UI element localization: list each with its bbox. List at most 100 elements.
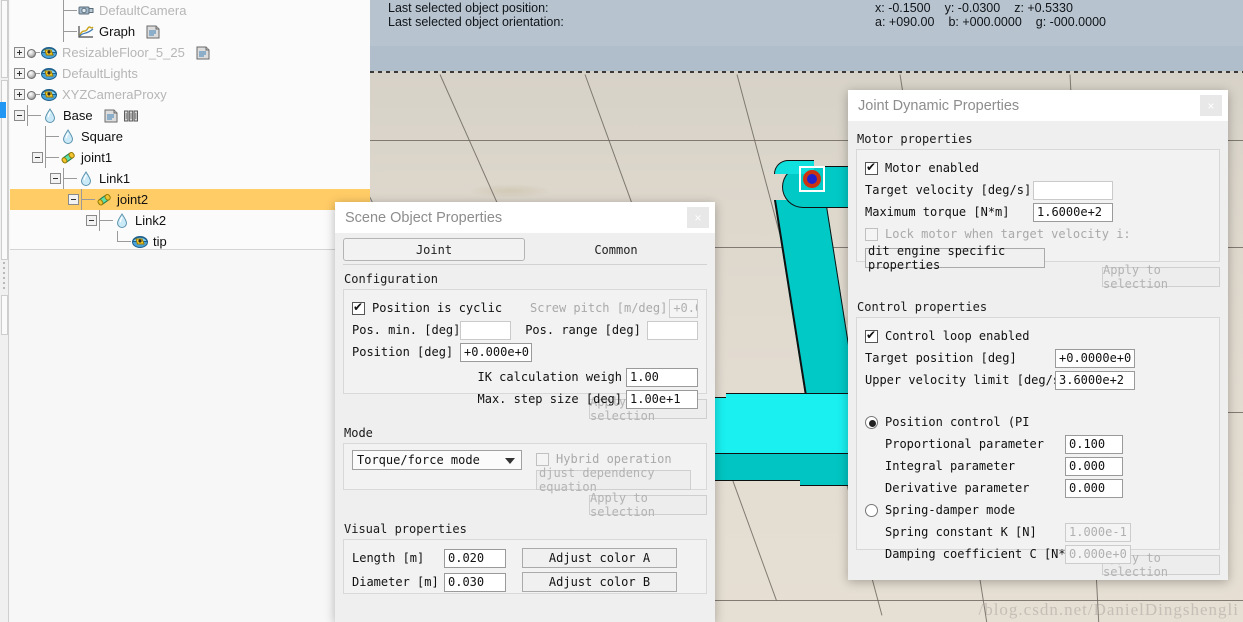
control-properties-group: Control loop enabled Target position [de… — [856, 317, 1220, 564]
tree-item-base[interactable]: Base — [10, 105, 370, 126]
length-field[interactable]: 0.020 — [444, 548, 506, 568]
tree-item-label: DefaultLights — [62, 66, 138, 81]
pos-min-label: Pos. min. [deg] — [352, 323, 461, 337]
diameter-field[interactable]: 0.030 — [444, 572, 506, 592]
screw-pitch-label: Screw pitch [m/deg] — [530, 301, 668, 315]
tree-item-link2[interactable]: Link2 — [10, 210, 370, 231]
scene-dialog-tabs[interactable]: Joint Common — [343, 238, 707, 265]
position-control-radio[interactable] — [865, 415, 878, 429]
arm-base-block[interactable] — [710, 397, 860, 453]
adjust-color-b-button[interactable]: Adjust color B — [522, 572, 677, 592]
selection-marker — [0, 102, 6, 118]
close-icon[interactable]: × — [1200, 95, 1222, 116]
damping-coefficient-field[interactable]: 0.000e+0 — [1065, 544, 1131, 564]
watermark: /blog.csdn.net/DanielDingshengli — [978, 600, 1239, 619]
configuration-heading: Configuration — [344, 272, 438, 286]
lock-motor-checkbox[interactable] — [865, 227, 878, 241]
screw-pitch-field[interactable]: +0.00e+0 — [669, 298, 698, 318]
upper-velocity-limit-field[interactable]: 3.6000e+2 — [1055, 370, 1135, 390]
tree-item-resizablefloor-5-25[interactable]: ResizableFloor_5_25 — [10, 42, 370, 63]
tree-item-defaultlights[interactable]: DefaultLights — [10, 63, 370, 84]
diameter-label: Diameter [m] — [352, 575, 439, 589]
expand-icon[interactable] — [14, 47, 25, 58]
adjust-color-a-button[interactable]: Adjust color A — [522, 548, 677, 568]
length-label: Length [m] — [352, 551, 425, 565]
max-step-size-field[interactable]: 1.00e+1 — [626, 389, 698, 409]
graph-icon — [77, 23, 95, 40]
tree-item-joint2[interactable]: joint2 — [10, 189, 370, 210]
ik-weight-field[interactable]: 1.00 — [626, 367, 698, 387]
apply-to-selection-motor-button[interactable]: Apply to selection — [1102, 263, 1220, 291]
derivative-parameter-field[interactable]: 0.000 — [1065, 478, 1123, 498]
scene-hierarchy-tree[interactable]: DefaultCamera Graph ResizableFloor_5_25 Def… — [10, 0, 370, 250]
tab-common[interactable]: Common — [525, 238, 707, 261]
close-icon[interactable]: × — [687, 207, 709, 228]
spring-constant-field[interactable]: 1.000e-1 — [1065, 522, 1131, 542]
apply-to-selection-mode-button[interactable]: Apply to selection — [589, 491, 707, 519]
collapse-icon[interactable] — [32, 152, 43, 163]
control-loop-enabled-label: Control loop enabled — [885, 329, 1030, 343]
expand-icon[interactable] — [14, 89, 25, 100]
tree-node-marker-icon — [27, 42, 40, 63]
motor-enabled-label: Motor enabled — [885, 161, 979, 175]
status-ori-a: a: +090.00 — [875, 15, 935, 29]
derivative-parameter-label: Derivative parameter — [885, 481, 1030, 495]
visual-properties-heading: Visual properties — [344, 522, 467, 536]
joint-mode-select[interactable]: Torque/force mode — [352, 450, 522, 470]
status-ori-g: g: -000.0000 — [1035, 15, 1106, 29]
arm-base-block-top — [726, 393, 860, 399]
tree-connector — [63, 21, 77, 42]
proportional-parameter-field[interactable]: 0.100 — [1065, 434, 1123, 454]
control-loop-enabled-checkbox[interactable] — [865, 328, 878, 343]
spring-damper-radio[interactable] — [865, 503, 878, 517]
tree-item-square[interactable]: Square — [10, 126, 370, 147]
edit-engine-specific-properties-button[interactable]: dit engine specific properties — [865, 244, 1045, 272]
scene-dialog-titlebar[interactable]: Scene Object Properties × — [335, 202, 715, 233]
collapse-icon[interactable] — [14, 110, 25, 121]
pos-min-field[interactable] — [460, 320, 512, 340]
target-position-field[interactable]: +0.0000e+0 — [1055, 348, 1135, 368]
hybrid-operation-checkbox[interactable] — [536, 452, 549, 466]
tree-item-label: Base — [63, 108, 93, 123]
adjust-dependency-equation-button[interactable]: djust dependency equation — [536, 466, 691, 494]
script-icon[interactable] — [195, 46, 211, 60]
script-icon[interactable] — [103, 109, 119, 123]
tree-item-graph[interactable]: Graph — [10, 21, 370, 42]
motor-enabled-checkbox[interactable] — [865, 160, 878, 175]
tree-item-tip[interactable]: tip — [10, 231, 370, 249]
tree-item-joint1[interactable]: joint1 — [10, 147, 370, 168]
integral-parameter-field[interactable]: 0.000 — [1065, 456, 1123, 476]
bars-icon[interactable] — [123, 109, 139, 123]
shape-icon — [40, 65, 58, 82]
joint-dynamic-properties-dialog[interactable]: Joint Dynamic Properties × Motor propert… — [848, 90, 1228, 580]
drop-icon — [77, 170, 95, 187]
tree-item-link1[interactable]: Link1 — [10, 168, 370, 189]
collapse-icon[interactable] — [50, 173, 61, 184]
position-field[interactable]: +0.000e+0 — [460, 342, 532, 362]
integral-parameter-label: Integral parameter — [885, 459, 1016, 473]
script-icon[interactable] — [145, 25, 161, 39]
splitter-handle[interactable] — [3, 262, 5, 290]
tree-item-xyzcameraproxy[interactable]: XYZCameraProxy — [10, 84, 370, 105]
tree-item-defaultcamera[interactable]: DefaultCamera — [10, 0, 370, 21]
collapse-icon[interactable] — [68, 194, 79, 205]
camera-icon — [77, 2, 95, 19]
pos-range-field[interactable] — [646, 320, 698, 340]
target-velocity-field[interactable] — [1033, 180, 1113, 200]
upper-velocity-limit-label: Upper velocity limit [deg/s] — [865, 373, 1068, 387]
joint-dialog-titlebar[interactable]: Joint Dynamic Properties × — [848, 90, 1228, 121]
position-is-cyclic-checkbox[interactable] — [352, 300, 365, 315]
maximum-torque-field[interactable]: 1.6000e+2 — [1033, 202, 1113, 222]
joint-mode-selected-label: Torque/force mode — [357, 453, 480, 467]
tab-joint[interactable]: Joint — [343, 238, 525, 261]
scene-object-properties-dialog[interactable]: Scene Object Properties × Joint Common C… — [335, 202, 715, 622]
motor-properties-heading: Motor properties — [857, 132, 973, 146]
position-label: Position [deg] — [352, 345, 454, 359]
expand-icon[interactable] — [14, 68, 25, 79]
joint2-selection-marker[interactable] — [799, 166, 825, 192]
collapse-icon[interactable] — [86, 215, 97, 226]
hybrid-operation-label: Hybrid operation — [556, 452, 672, 466]
tree-item-label: Graph — [99, 24, 136, 39]
